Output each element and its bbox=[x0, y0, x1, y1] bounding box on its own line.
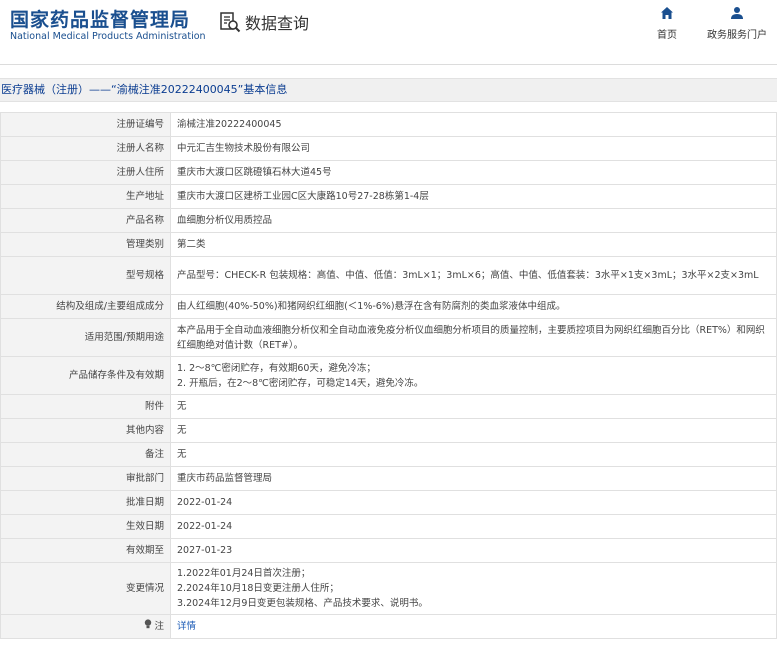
note-label: 注 bbox=[154, 621, 164, 632]
header-divider bbox=[0, 64, 777, 65]
field-label: 生产地址 bbox=[0, 184, 171, 209]
field-value: 重庆市药品监督管理局 bbox=[170, 466, 777, 491]
field-label: 变更情况 bbox=[0, 562, 171, 615]
site-logo-subtitle: National Medical Products Administration bbox=[10, 31, 206, 42]
field-label: 产品名称 bbox=[0, 208, 171, 233]
nav-service-label: 政务服务门户 bbox=[707, 30, 767, 41]
field-value: 2027-01-23 bbox=[170, 538, 777, 563]
field-value: 由人红细胞(40%-50%)和猪网织红细胞(＜1%-6%)悬浮在含有防腐剂的类血… bbox=[170, 294, 777, 319]
field-label: 生效日期 bbox=[0, 514, 171, 539]
field-value: 2022-01-24 bbox=[170, 514, 777, 539]
table-row: 适用范围/预期用途 本产品用于全自动血液细胞分析仪和全自动血液免疫分析仪血细胞分… bbox=[0, 318, 777, 357]
field-value: 1. 2～8℃密闭贮存，有效期60天，避免冷冻； 2. 开瓶后，在2～8℃密闭贮… bbox=[170, 356, 777, 395]
detail-table: 注册证编号 渝械注准20222400045 注册人名称 中元汇吉生物技术股份有限… bbox=[0, 112, 777, 639]
site-header: 国家药品监督管理局 National Medical Products Admi… bbox=[0, 0, 777, 65]
field-value: 1.2022年01月24日首次注册； 2.2024年10月18日变更注册人住所；… bbox=[170, 562, 777, 615]
table-row: 批准日期 2022-01-24 bbox=[0, 490, 777, 515]
user-icon bbox=[702, 6, 772, 22]
field-label: 批准日期 bbox=[0, 490, 171, 515]
field-label: 注册证编号 bbox=[0, 112, 171, 137]
field-value-line: 2.2024年10月18日变更注册人住所； bbox=[177, 583, 339, 594]
nav-service-portal[interactable]: 政务服务门户 bbox=[702, 6, 772, 41]
field-value: 2022-01-24 bbox=[170, 490, 777, 515]
details-link[interactable]: 详情 bbox=[177, 621, 196, 632]
table-row: 注册证编号 渝械注准20222400045 bbox=[0, 112, 777, 137]
table-row: 产品名称 血细胞分析仪用质控品 bbox=[0, 208, 777, 233]
site-logo-title[interactable]: 国家药品监督管理局 bbox=[10, 5, 190, 32]
table-row: 型号规格 产品型号：CHECK-R 包装规格：高值、中值、低值：3mL×1；3m… bbox=[0, 256, 777, 295]
table-row: 其他内容 无 bbox=[0, 418, 777, 443]
field-label: 附件 bbox=[0, 394, 171, 419]
document-search-icon bbox=[219, 11, 241, 33]
field-value: 产品型号：CHECK-R 包装规格：高值、中值、低值：3mL×1；3mL×6；高… bbox=[170, 256, 777, 295]
nav-home-label: 首页 bbox=[657, 30, 677, 41]
field-label: 注册人名称 bbox=[0, 136, 171, 161]
field-value: 第二类 bbox=[170, 232, 777, 257]
data-query-label: 数据查询 bbox=[245, 14, 310, 33]
table-row: 有效期至 2027-01-23 bbox=[0, 538, 777, 563]
field-label: 其他内容 bbox=[0, 418, 171, 443]
field-label: 注 bbox=[0, 614, 171, 639]
field-value: 重庆市大渡口区跳磴镇石林大道45号 bbox=[170, 160, 777, 185]
field-value-line: 2. 开瓶后，在2～8℃密闭贮存，可稳定14天，避免冷冻。 bbox=[177, 377, 424, 389]
field-value: 重庆市大渡口区建桥工业园C区大康路10号27-28栋第1-4层 bbox=[170, 184, 777, 209]
field-label: 产品储存条件及有效期 bbox=[0, 356, 171, 395]
field-value-line: 1.2022年01月24日首次注册； bbox=[177, 568, 311, 579]
table-row: 备注 无 bbox=[0, 442, 777, 467]
field-label: 适用范围/预期用途 bbox=[0, 318, 171, 357]
home-icon bbox=[632, 6, 702, 22]
field-value: 无 bbox=[170, 442, 777, 467]
table-row: 审批部门 重庆市药品监督管理局 bbox=[0, 466, 777, 491]
table-row: 注册人名称 中元汇吉生物技术股份有限公司 bbox=[0, 136, 777, 161]
field-label: 型号规格 bbox=[0, 256, 171, 295]
table-row: 生效日期 2022-01-24 bbox=[0, 514, 777, 539]
field-value: 渝械注准20222400045 bbox=[170, 112, 777, 137]
field-label: 注册人住所 bbox=[0, 160, 171, 185]
field-label: 结构及组成/主要组成成分 bbox=[0, 294, 171, 319]
table-row: 生产地址 重庆市大渡口区建桥工业园C区大康路10号27-28栋第1-4层 bbox=[0, 184, 777, 209]
field-value: 详情 bbox=[170, 614, 777, 639]
field-value: 血细胞分析仪用质控品 bbox=[170, 208, 777, 233]
field-value: 中元汇吉生物技术股份有限公司 bbox=[170, 136, 777, 161]
table-row: 注册人住所 重庆市大渡口区跳磴镇石林大道45号 bbox=[0, 160, 777, 185]
page-title: 医疗器械（注册）——“渝械注准20222400045”基本信息 bbox=[0, 78, 777, 102]
table-row: 结构及组成/主要组成成分 由人红细胞(40%-50%)和猪网织红细胞(＜1%-6… bbox=[0, 294, 777, 319]
field-value-line: 3.2024年12月9日变更包装规格、产品技术要求、说明书。 bbox=[177, 598, 428, 609]
table-row: 附件 无 bbox=[0, 394, 777, 419]
field-value: 本产品用于全自动血液细胞分析仪和全自动血液免疫分析仪血细胞分析项目的质量控制，主… bbox=[170, 318, 777, 357]
data-query-title: 数据查询 bbox=[219, 10, 309, 34]
table-row: 产品储存条件及有效期 1. 2～8℃密闭贮存，有效期60天，避免冷冻； 2. 开… bbox=[0, 356, 777, 395]
table-row: 管理类别 第二类 bbox=[0, 232, 777, 257]
field-label: 有效期至 bbox=[0, 538, 171, 563]
table-row: 注 详情 bbox=[0, 614, 777, 639]
field-value: 无 bbox=[170, 394, 777, 419]
field-label: 备注 bbox=[0, 442, 171, 467]
field-label: 管理类别 bbox=[0, 232, 171, 257]
table-row: 变更情况 1.2022年01月24日首次注册； 2.2024年10月18日变更注… bbox=[0, 562, 777, 615]
info-bulb-icon bbox=[144, 619, 152, 634]
field-value-line: 1. 2～8℃密闭贮存，有效期60天，避免冷冻； bbox=[177, 362, 376, 374]
nav-home[interactable]: 首页 bbox=[632, 6, 702, 41]
field-label: 审批部门 bbox=[0, 466, 171, 491]
field-value: 无 bbox=[170, 418, 777, 443]
